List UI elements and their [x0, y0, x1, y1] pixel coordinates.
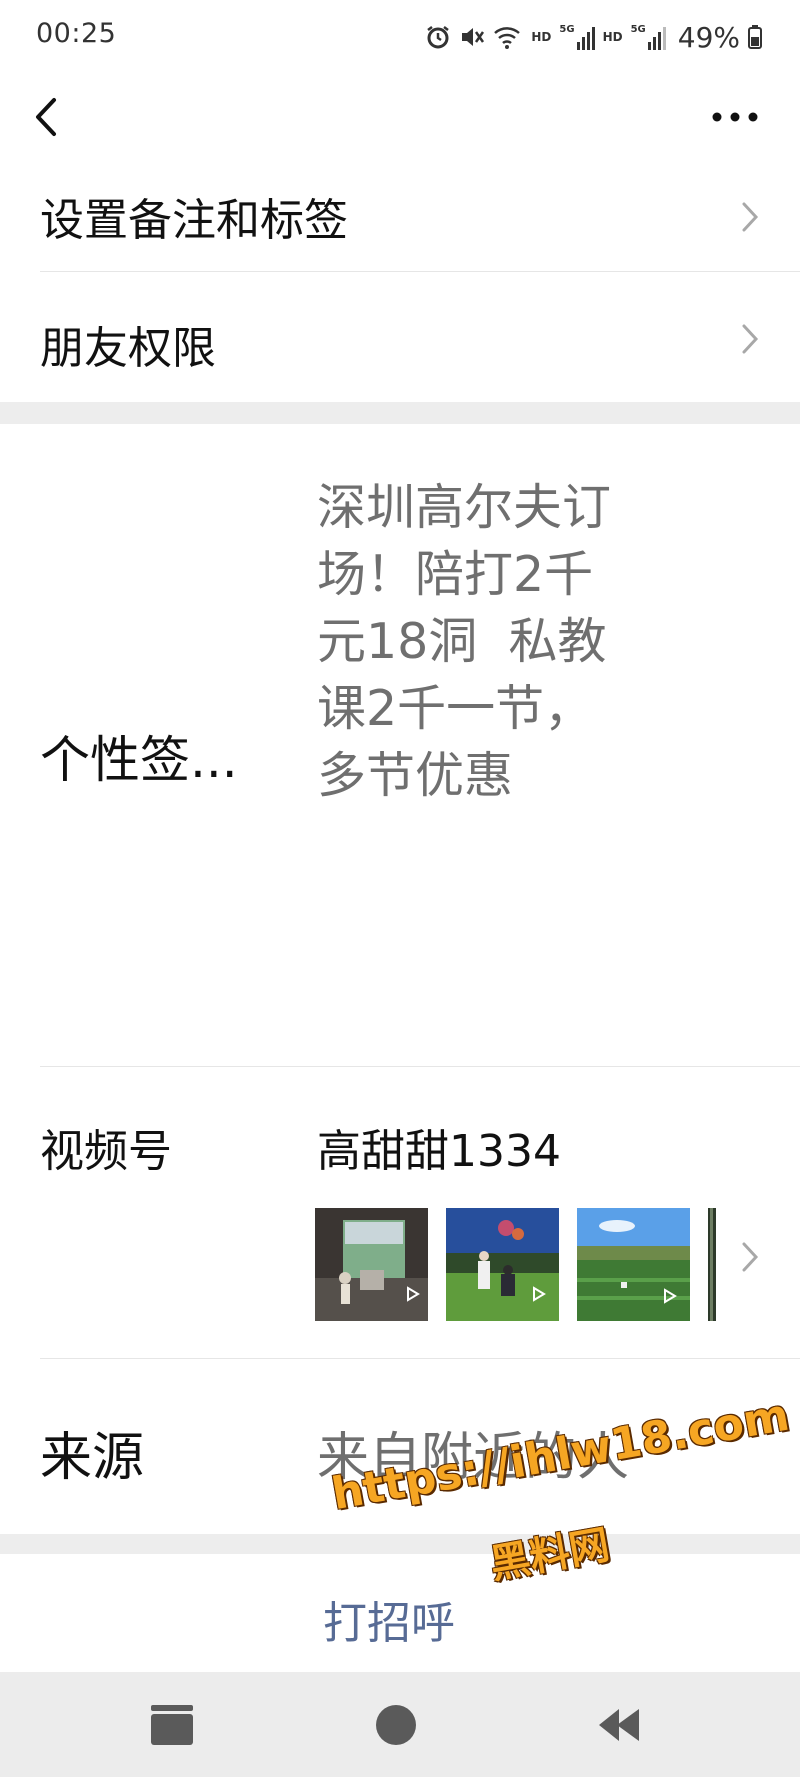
hd-badge: HD	[531, 30, 552, 44]
network-type: 5G	[630, 24, 646, 35]
system-navigation-bar	[0, 1672, 800, 1777]
ellipsis-icon	[712, 112, 758, 122]
video-thumbnail[interactable]	[446, 1208, 559, 1321]
status-icons: HD 5G HD 5G 49%	[425, 20, 762, 54]
hd-badge: HD	[602, 30, 623, 44]
section-separator	[0, 402, 800, 424]
chevron-right-icon[interactable]	[740, 1240, 760, 1274]
channels-name: 高甜甜1334	[317, 1126, 561, 1177]
divider	[40, 1066, 800, 1067]
recent-apps-button[interactable]	[112, 1672, 232, 1777]
friend-permissions-label: 朋友权限	[40, 323, 216, 374]
mute-icon	[462, 28, 485, 46]
status-time: 00:25	[36, 18, 117, 49]
back-triangle-icon	[599, 1708, 639, 1741]
battery-icon	[748, 25, 762, 49]
home-circle-icon	[376, 1704, 416, 1745]
signature-line: 元18洞 私教	[317, 613, 607, 670]
status-bar: 00:25 HD 5G HD 5G 49%	[0, 0, 800, 72]
signature-line: 深圳高尔夫订	[317, 479, 612, 536]
alarm-icon	[427, 26, 450, 49]
section-separator	[0, 1534, 800, 1554]
wifi-icon	[494, 27, 521, 49]
signal-icon: 5G	[559, 24, 595, 50]
back-button[interactable]	[28, 92, 68, 142]
signal-icon: 5G	[631, 24, 666, 50]
back-nav-button[interactable]	[560, 1672, 680, 1777]
signature-label: 个性签...	[40, 731, 238, 789]
divider	[40, 1358, 800, 1359]
chevron-left-icon	[36, 98, 56, 136]
nav-bar	[0, 72, 800, 162]
signature-text: 深圳高尔夫订 场！陪打2千 元18洞 私教 课2千一节， 多节优惠	[317, 474, 757, 809]
remark-tags-label: 设置备注和标签	[40, 195, 348, 246]
signature-line: 场！陪打2千	[317, 546, 594, 603]
chevron-right-icon	[742, 202, 759, 232]
friend-permissions-row[interactable]: 朋友权限	[0, 272, 800, 402]
video-thumbnail[interactable]	[577, 1208, 690, 1321]
battery-percent: 49%	[677, 20, 740, 54]
signature-line: 多节优惠	[317, 747, 514, 804]
recent-apps-icon	[151, 1704, 193, 1745]
remark-tags-row[interactable]: 设置备注和标签	[0, 162, 800, 272]
network-type: 5G	[559, 24, 575, 35]
chevron-right-icon	[742, 324, 759, 354]
video-thumbnail[interactable]	[315, 1208, 428, 1321]
watermark-site-name: 黑料网	[486, 1522, 613, 1589]
signature-line: 课2千一节，	[317, 680, 594, 737]
video-thumbnail[interactable]	[708, 1208, 716, 1321]
say-hello-button[interactable]: 打招呼	[323, 1587, 455, 1651]
channels-label: 视频号	[40, 1126, 172, 1177]
source-label: 来源	[40, 1428, 145, 1488]
more-options-button[interactable]	[710, 104, 760, 130]
home-button[interactable]	[336, 1672, 456, 1777]
